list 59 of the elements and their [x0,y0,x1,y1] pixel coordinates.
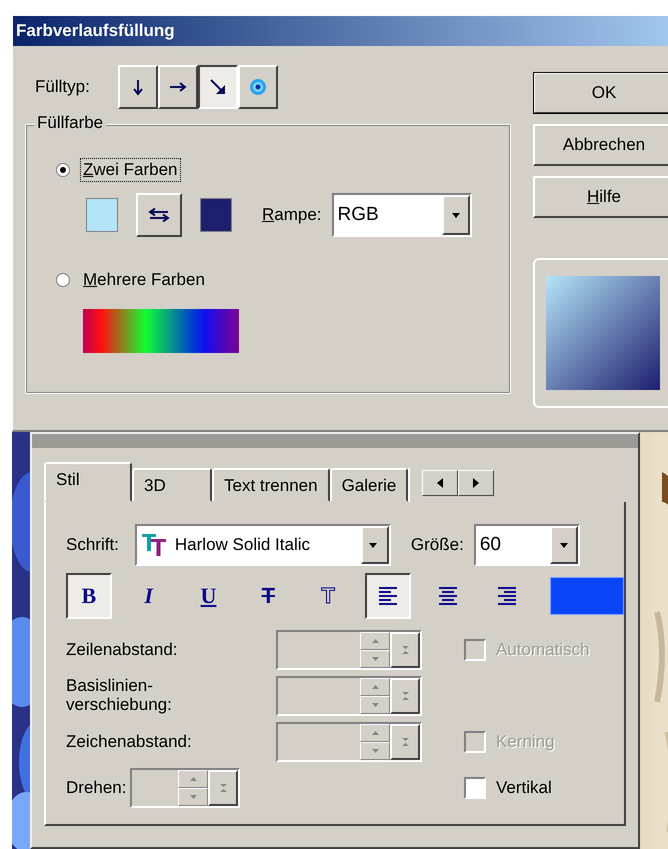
italic-button[interactable]: I [126,573,172,619]
radio-button[interactable] [56,273,70,287]
scroll-right-button[interactable] [458,470,494,496]
spin-down-icon [372,703,378,707]
radial-gradient-icon [248,78,267,96]
underline-button[interactable]: U [186,573,232,619]
triangle-left-icon [436,477,444,489]
dialog-button[interactable]: Abbrechen [533,124,668,166]
outline-button[interactable]: T [305,573,351,619]
spin-down-icon [190,795,197,799]
scroll-left-button[interactable] [422,470,458,496]
rotate-label: Drehen: [66,778,126,798]
fill-type-label: Fülltyp: [35,77,90,97]
bold-button[interactable]: B [66,573,112,619]
color-swatch[interactable] [200,198,232,232]
font-dropdown[interactable]: Harlow Solid Italic [134,524,391,566]
ramp-dropdown[interactable]: RGB [332,193,472,237]
spin-down-icon [372,657,378,661]
size-label: Größe: [410,535,464,555]
tab[interactable]: Galerie [330,468,408,502]
size-dropdown[interactable]: 60 [474,524,580,566]
align-left-icon [378,586,398,606]
ramp-label: Rampe: [262,205,322,225]
spin-up-icon [372,685,378,689]
swap-colors-button[interactable] [136,193,182,237]
spin-up-icon [372,639,378,643]
triangle-right-icon [472,477,480,489]
tab[interactable]: 3D [132,468,212,502]
dialog-button[interactable]: Hilfe [533,176,668,218]
truetype-icon [140,533,167,557]
radio-label[interactable]: Zwei Farben [80,158,180,182]
field-label: Zeilenabstand: [66,640,179,660]
align-right-icon [497,586,518,606]
radio-button[interactable] [56,163,70,177]
dialog-button[interactable]: OK [533,72,668,114]
spin-down-icon [372,749,378,753]
slider-icon [402,692,408,700]
spin-up-icon [190,777,197,781]
slider-icon [220,784,227,792]
text-color-swatch[interactable] [550,577,624,615]
align-left-button[interactable] [364,573,411,619]
window-title: Farbverlaufsfüllung [16,21,175,41]
tab[interactable]: Stil [44,462,132,502]
font-label: Schrift: [66,535,119,555]
slider-icon [402,738,408,746]
fill-type-button[interactable] [198,65,238,109]
checkbox[interactable] [464,777,486,799]
field-label: Basislinien-verschiebung: [66,677,173,715]
field-label: Zeichenabstand: [66,732,193,752]
align-center-icon [438,586,458,606]
radio-label[interactable]: Mehrere Farben [80,268,208,292]
checkbox-label[interactable]: Vertikal [496,778,552,798]
spin-up-icon [372,731,378,735]
slider-icon [402,646,408,654]
tab[interactable]: Text trennen [212,468,330,502]
color-swatch[interactable] [86,198,118,232]
swap-arrows-icon [148,208,170,222]
arrow-diagonal-icon [208,78,227,96]
strikethrough-button[interactable]: T [245,573,292,619]
